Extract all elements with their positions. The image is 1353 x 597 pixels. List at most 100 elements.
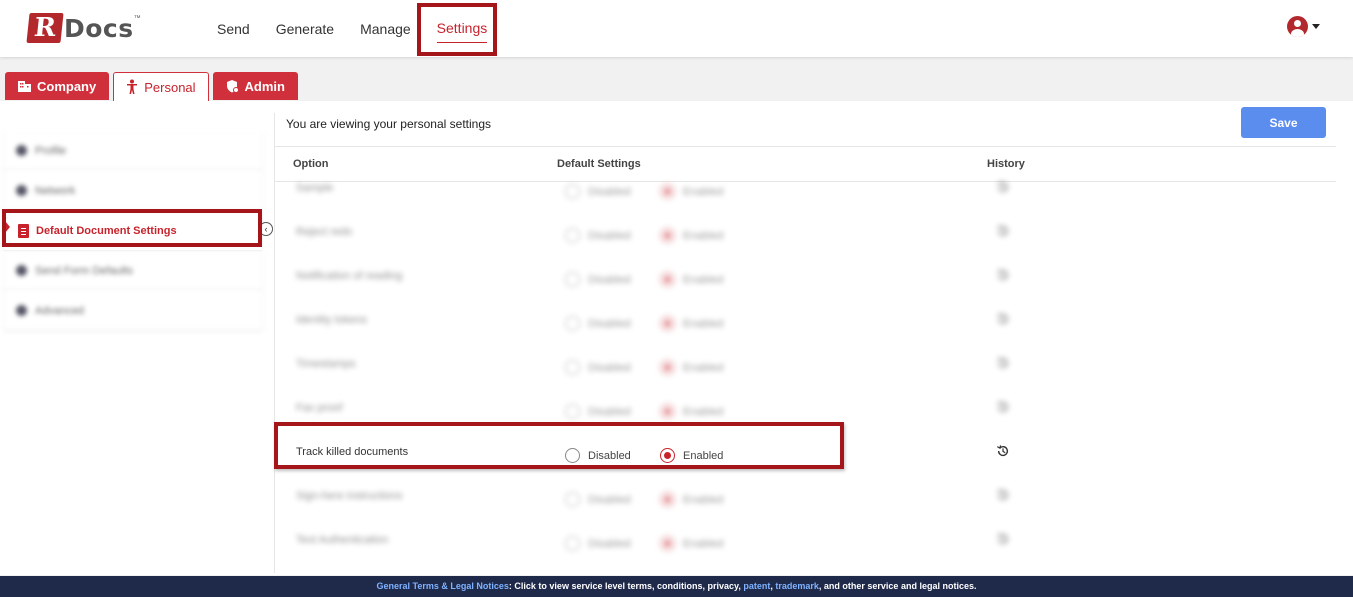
column-header-option: Option xyxy=(293,158,329,170)
legal-notices-link[interactable]: General Terms & Legal Notices xyxy=(377,581,509,591)
settings-row: Sample Disabled Enabled xyxy=(275,170,1336,214)
history-icon[interactable] xyxy=(996,180,1010,194)
user-menu[interactable] xyxy=(1287,16,1320,37)
nav-manage[interactable]: Manage xyxy=(347,0,424,57)
radio-label: Enabled xyxy=(683,493,724,506)
settings-row: Text Authentication Disabled Enabled xyxy=(275,522,1336,566)
advanced-icon xyxy=(16,305,27,316)
tab-personal[interactable]: Personal xyxy=(113,72,209,101)
sidebar-item-send-form-defaults[interactable]: Send Form Defaults xyxy=(4,251,262,290)
radio-label: Enabled xyxy=(683,361,724,374)
page-title: You are viewing your personal settings xyxy=(286,117,492,131)
sidebar-item-default-document-settings[interactable]: Default Document Settings xyxy=(4,211,262,250)
radio-label: Disabled xyxy=(588,273,631,286)
option-label: Timestamps xyxy=(296,358,356,370)
settings-tabs: Company Personal Admin xyxy=(5,72,298,101)
settings-row: Reject redo Disabled Enabled xyxy=(275,214,1336,258)
radio-disabled[interactable]: Disabled xyxy=(565,360,631,375)
radio-circle-icon xyxy=(565,448,580,463)
radio-label: Enabled xyxy=(683,229,724,242)
send-icon xyxy=(16,265,27,276)
tab-label: Company xyxy=(37,78,97,94)
main-header: You are viewing your personal settings S… xyxy=(275,101,1336,147)
radio-disabled[interactable]: Disabled xyxy=(565,536,631,551)
radio-disabled[interactable]: Disabled xyxy=(565,404,631,419)
radio-circle-icon xyxy=(660,272,675,287)
history-icon[interactable] xyxy=(996,488,1010,502)
caret-down-icon xyxy=(1312,24,1320,29)
top-navbar: R Docs ™ Send Generate Manage Settings xyxy=(0,0,1353,57)
history-icon[interactable] xyxy=(996,400,1010,414)
radio-disabled[interactable]: Disabled xyxy=(565,184,631,199)
logo-wordmark: Docs xyxy=(64,13,134,43)
sidebar-item-advanced[interactable]: Advanced xyxy=(4,291,262,330)
settings-row: Sign-here instructions Disabled Enabled xyxy=(275,478,1336,522)
sidebar-item-network[interactable]: Network xyxy=(4,171,262,210)
nav-send[interactable]: Send xyxy=(204,0,263,57)
rdocs-logo[interactable]: R Docs ™ xyxy=(26,13,141,43)
radio-disabled[interactable]: Disabled xyxy=(565,448,631,463)
clipboard-icon xyxy=(18,223,29,238)
logo-mark: R xyxy=(26,13,64,43)
radio-enabled[interactable]: Enabled xyxy=(660,448,723,463)
column-header-default-settings: Default Settings xyxy=(557,158,641,170)
column-header-history: History xyxy=(987,158,1025,170)
patent-link[interactable]: patent xyxy=(743,581,770,591)
radio-enabled[interactable]: Enabled xyxy=(660,492,723,507)
radio-circle-icon xyxy=(660,316,675,331)
active-indicator-arrow xyxy=(5,221,10,233)
tab-admin[interactable]: Admin xyxy=(212,72,298,100)
option-label: Sign-here instructions xyxy=(296,490,403,502)
tab-label: Admin xyxy=(244,78,285,94)
history-icon[interactable] xyxy=(996,312,1010,326)
legal-footer[interactable]: General Terms & Legal Notices: Click to … xyxy=(0,576,1353,597)
radio-label: Disabled xyxy=(588,361,631,374)
settings-row: Identity tokens Disabled Enabled xyxy=(275,302,1336,346)
collapse-sidebar-icon[interactable]: ‹ xyxy=(259,222,273,236)
option-label: Identity tokens xyxy=(296,314,367,326)
radio-disabled[interactable]: Disabled xyxy=(565,492,631,507)
radio-label: Disabled xyxy=(588,185,631,198)
tab-company[interactable]: Company xyxy=(5,72,110,100)
history-icon[interactable] xyxy=(996,356,1010,370)
radio-label: Disabled xyxy=(588,405,631,418)
radio-circle-icon xyxy=(565,492,580,507)
radio-label: Disabled xyxy=(588,537,631,550)
trademark-link[interactable]: trademark xyxy=(775,581,819,591)
radio-enabled[interactable]: Enabled xyxy=(660,228,723,243)
nav-settings[interactable]: Settings xyxy=(424,0,501,57)
shield-icon xyxy=(226,79,239,93)
option-label: Sample xyxy=(296,182,334,194)
network-icon xyxy=(16,185,27,196)
radio-circle-icon xyxy=(565,272,580,287)
radio-circle-icon xyxy=(660,228,675,243)
radio-enabled[interactable]: Enabled xyxy=(660,272,723,287)
radio-disabled[interactable]: Disabled xyxy=(565,316,631,331)
tab-label: Personal xyxy=(144,79,196,95)
radio-circle-icon xyxy=(660,404,675,419)
settings-row: Notification of reading Disabled Enabled xyxy=(275,258,1336,302)
settings-content: Profile Network Default Document Setting… xyxy=(0,101,1353,575)
history-icon[interactable] xyxy=(996,532,1010,546)
radio-enabled[interactable]: Enabled xyxy=(660,316,723,331)
radio-enabled[interactable]: Enabled xyxy=(660,184,723,199)
profile-icon xyxy=(16,145,27,156)
history-icon[interactable] xyxy=(996,224,1010,238)
radio-circle-icon xyxy=(660,448,675,463)
radio-disabled[interactable]: Disabled xyxy=(565,272,631,287)
radio-label: Enabled xyxy=(683,405,724,418)
option-label: Notification of reading xyxy=(296,270,403,282)
radio-circle-icon xyxy=(660,536,675,551)
radio-enabled[interactable]: Enabled xyxy=(660,404,723,419)
radio-circle-icon xyxy=(565,228,580,243)
history-icon[interactable] xyxy=(996,444,1010,458)
option-label: Text Authentication xyxy=(296,534,389,546)
radio-enabled[interactable]: Enabled xyxy=(660,360,723,375)
nav-generate[interactable]: Generate xyxy=(263,0,347,57)
save-button[interactable]: Save xyxy=(1241,107,1326,138)
radio-disabled[interactable]: Disabled xyxy=(565,228,631,243)
footer-text-end: , and other service and legal notices. xyxy=(818,581,977,591)
history-icon[interactable] xyxy=(996,268,1010,282)
sidebar-item-profile[interactable]: Profile xyxy=(4,131,262,170)
radio-enabled[interactable]: Enabled xyxy=(660,536,723,551)
